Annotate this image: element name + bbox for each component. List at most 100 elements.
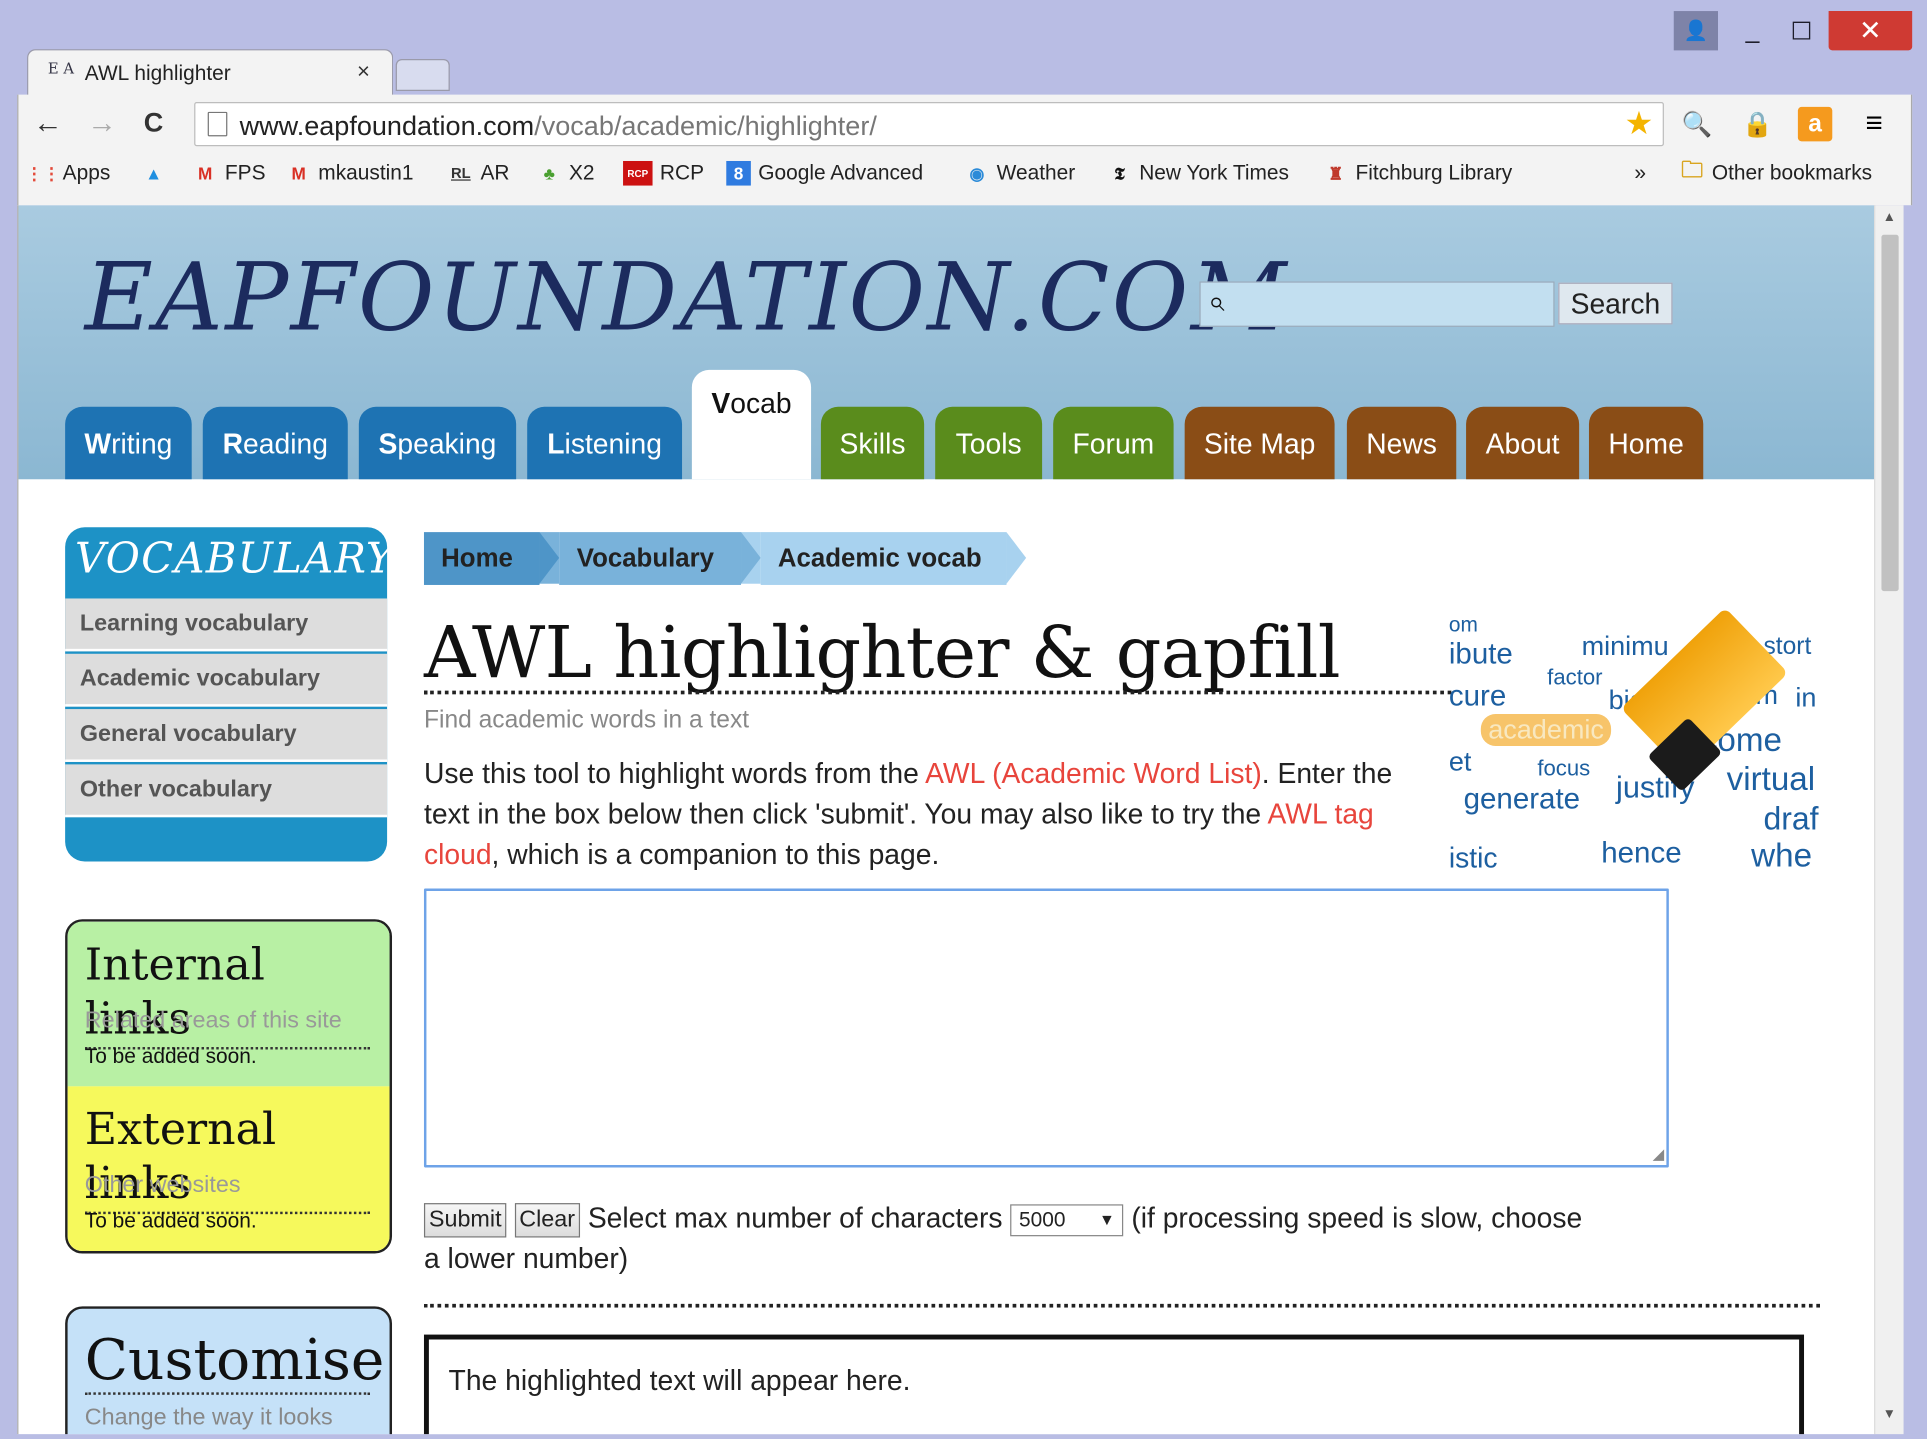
library-icon: ♜	[1328, 162, 1344, 183]
tab-close-icon[interactable]: ×	[357, 59, 370, 85]
awl-word-cloud-image: om ibute minimu stort factor cure bia or…	[1449, 611, 1830, 884]
back-arrow-icon[interactable]: ←	[33, 107, 62, 141]
customise-title: Customise	[84, 1326, 384, 1395]
page-scrollbar[interactable]: ▲ ▼	[1874, 205, 1904, 1435]
nav-tab-about[interactable]: About	[1466, 406, 1580, 480]
nav-tab-vocab[interactable]: Vocab	[691, 369, 812, 480]
menu-other-vocabulary[interactable]: Other vocabulary	[65, 764, 388, 818]
nav-tab-listening[interactable]: Listening	[527, 406, 683, 480]
external-links-text: To be added soon.	[84, 1209, 257, 1233]
external-links-subtitle: Other websites	[84, 1172, 241, 1199]
submit-controls: Submit Clear Select max number of charac…	[423, 1198, 1604, 1279]
clear-button[interactable]: Clear	[514, 1202, 580, 1238]
scroll-up-icon[interactable]: ▲	[1883, 210, 1896, 225]
site-banner: EAPFOUNDATION.COM ⌕ Search Writing Readi…	[18, 205, 1875, 480]
menu-general-vocabulary[interactable]: General vocabulary	[65, 709, 388, 762]
bookmark-fitchburg-library[interactable]: ♜ Fitchburg Library	[1324, 161, 1512, 186]
cloud-word: factor	[1547, 664, 1603, 690]
page-subtitle: Find academic words in a text	[423, 706, 750, 734]
nav-tab-writing[interactable]: Writing	[65, 406, 192, 480]
input-text-area[interactable]: ◢	[423, 888, 1669, 1168]
new-tab-button[interactable]	[395, 58, 450, 91]
web-page: EAPFOUNDATION.COM ⌕ Search Writing Readi…	[17, 205, 1875, 1435]
customise-subtitle: Change the way it looks	[84, 1404, 333, 1431]
nav-tab-site-map[interactable]: Site Map	[1184, 406, 1335, 480]
google-icon: 8	[726, 160, 751, 186]
cloud-word: istic	[1448, 841, 1498, 874]
other-bookmarks[interactable]: 🗀 Other bookmarks	[1680, 157, 1872, 186]
menu-icon[interactable]: ≡	[1857, 107, 1891, 141]
leaf-icon: ♣	[543, 163, 555, 184]
forward-arrow-icon[interactable]: →	[87, 107, 116, 141]
cloud-word: cure	[1448, 679, 1507, 713]
cloud-word: om	[1448, 613, 1478, 637]
gmail-icon: M	[291, 163, 306, 184]
menu-academic-vocabulary[interactable]: Academic vocabulary	[65, 653, 388, 707]
minimize-button[interactable]: _	[1730, 11, 1774, 50]
max-chars-label: Select max number of characters	[579, 1201, 1011, 1234]
bookmark-fps[interactable]: M FPS	[193, 161, 265, 186]
cloud-word: hence	[1601, 836, 1682, 871]
address-bar[interactable]: www.eapfoundation.com/vocab/academic/hig…	[194, 101, 1664, 147]
max-chars-select[interactable]: 5000 ▼	[1010, 1204, 1124, 1237]
bookmark-mkaustin1[interactable]: Mmkaustin1	[286, 161, 413, 186]
highlighted-output-box: The highlighted text will appear here.	[423, 1334, 1805, 1435]
lock-extension-icon[interactable]: 🔒	[1740, 107, 1774, 141]
rl-icon: RL	[451, 164, 471, 182]
nav-tab-skills[interactable]: Skills	[820, 406, 925, 480]
nav-tab-speaking[interactable]: Speaking	[358, 406, 517, 480]
breadcrumb-vocabulary[interactable]: Vocabulary	[559, 532, 742, 585]
menu-learning-vocabulary[interactable]: Learning vocabulary	[65, 598, 388, 652]
bookmark-google-advanced[interactable]: 8 Google Advanced	[726, 160, 923, 186]
browser-window: 👤 _ ☐ ✕ E A AWL highlighter × ← → C www.…	[0, 0, 1927, 1439]
resize-grip-icon[interactable]: ◢	[1653, 1145, 1664, 1162]
page-title: AWL highlighter & gapfill	[423, 610, 1341, 695]
scroll-down-icon[interactable]: ▼	[1883, 1407, 1896, 1422]
bookmarks-overflow-button[interactable]: »	[1634, 161, 1646, 186]
customise-panel: Customise Change the way it looks	[65, 1306, 393, 1435]
site-search-input[interactable]: ⌕	[1199, 281, 1555, 327]
links-panel: Internal links Related areas of this sit…	[65, 919, 393, 1254]
cloud-word: minimu	[1581, 630, 1669, 662]
bookmark-rcp[interactable]: RCP RCP	[623, 160, 704, 186]
browser-tab[interactable]: E A AWL highlighter ×	[27, 49, 394, 96]
tab-title: AWL highlighter	[84, 61, 231, 85]
page-icon	[207, 111, 228, 137]
browser-toolbar: ← → C www.eapfoundation.com/vocab/academ…	[17, 94, 1913, 206]
bookmark-apps[interactable]: ⋮⋮ Apps	[26, 161, 111, 186]
bookmark-ar[interactable]: RL AR	[449, 161, 510, 186]
cloud-word-highlighted: academic	[1480, 713, 1612, 746]
site-logo[interactable]: EAPFOUNDATION.COM	[85, 242, 1289, 351]
submit-button[interactable]: Submit	[423, 1202, 507, 1238]
amazon-extension-icon[interactable]: a	[1797, 106, 1833, 142]
bookmark-weather[interactable]: ◉ Weather	[965, 161, 1075, 186]
magnifier-extension-icon[interactable]: 🔍	[1680, 107, 1714, 141]
nav-tab-reading[interactable]: Reading	[202, 406, 348, 480]
nav-tab-tools[interactable]: Tools	[935, 406, 1043, 480]
bookmark-star-icon[interactable]: ★	[1625, 104, 1654, 142]
user-profile-button[interactable]: 👤	[1673, 11, 1719, 51]
breadcrumb-academic-vocab[interactable]: Academic vocab	[760, 532, 1007, 585]
awl-link[interactable]: AWL (Academic Word List)	[925, 757, 1262, 789]
reload-icon[interactable]: C	[144, 107, 164, 139]
breadcrumb-home[interactable]: Home	[423, 532, 540, 585]
nav-tab-forum[interactable]: Forum	[1053, 406, 1174, 480]
cloud-word: draf	[1763, 800, 1819, 837]
scroll-thumb[interactable]	[1881, 234, 1899, 592]
site-search-button[interactable]: Search	[1558, 282, 1673, 325]
vocabulary-menu-title: VOCABULARY	[74, 534, 395, 584]
bookmark-new-york-times[interactable]: 𝕿 New York Times	[1107, 161, 1289, 186]
rcp-icon: RCP	[623, 160, 653, 186]
nav-tab-news[interactable]: News	[1346, 406, 1457, 480]
bookmark-x2[interactable]: ♣ X2	[537, 161, 595, 186]
external-links-section: External links Other websites To be adde…	[67, 1086, 390, 1252]
cloud-word: whe	[1751, 836, 1813, 874]
section-divider	[423, 1303, 1821, 1308]
maximize-button[interactable]: ☐	[1779, 11, 1823, 50]
bookmark-drive[interactable]: ▲	[141, 161, 173, 186]
title-divider	[423, 690, 1452, 695]
cloud-word: generate	[1463, 782, 1581, 816]
weather-icon: ◉	[969, 162, 985, 183]
close-window-button[interactable]: ✕	[1828, 11, 1913, 51]
nav-tab-home[interactable]: Home	[1588, 406, 1704, 480]
